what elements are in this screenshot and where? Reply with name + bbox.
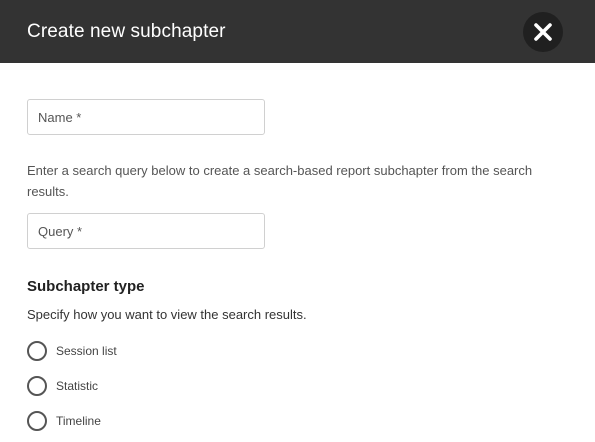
create-subchapter-dialog: Create new subchapter Enter a search que… [0,0,595,442]
query-description: Enter a search query below to create a s… [27,163,533,199]
radio-button[interactable] [27,411,47,431]
dialog-title: Create new subchapter [27,21,226,42]
radio-option-session-list[interactable]: Session list [27,340,117,362]
radio-option-timeline[interactable]: Timeline [27,410,101,432]
radio-label: Session list [56,344,117,358]
subchapter-type-help: Specify how you want to view the search … [27,307,307,322]
name-input[interactable] [27,99,265,135]
query-input[interactable] [27,213,265,249]
radio-option-statistic[interactable]: Statistic [27,375,98,397]
subchapter-type-heading: Subchapter type [27,278,145,295]
dialog-header: Create new subchapter [0,0,595,63]
radio-label: Statistic [56,379,99,393]
radio-button[interactable] [27,376,47,396]
radio-label: Timeline [56,414,101,428]
close-button[interactable] [523,12,563,52]
close-icon [534,23,552,41]
radio-button[interactable] [27,341,47,361]
